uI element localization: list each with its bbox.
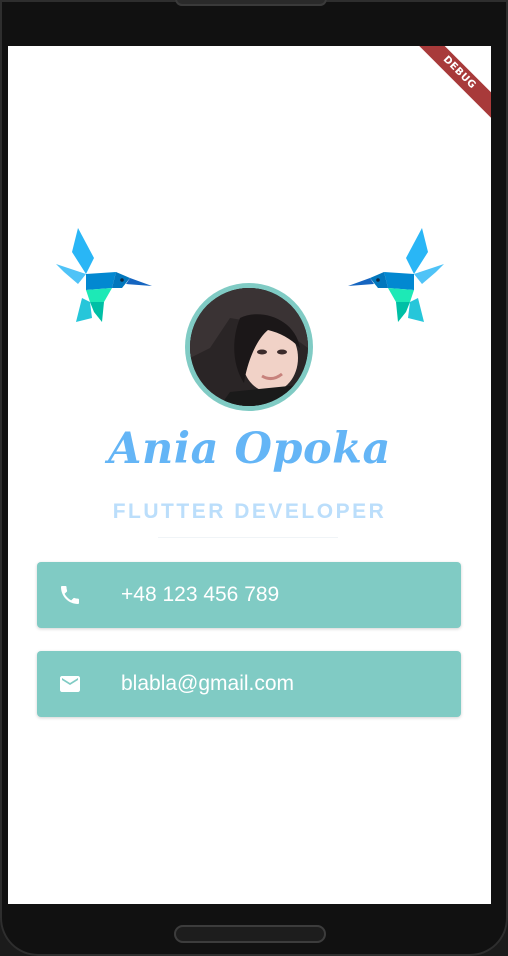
phone-frame: DEBUG Ania Opoka FLUTTER DEVELOPER +48 1… bbox=[0, 0, 508, 956]
email-address: blabla@gmail.com bbox=[121, 672, 295, 695]
email-card[interactable]: blabla@gmail.com bbox=[37, 651, 461, 717]
divider bbox=[158, 537, 338, 538]
profile-name: Ania Opoka bbox=[108, 424, 391, 474]
hummingbird-left-icon bbox=[56, 228, 152, 322]
hummingbird-right-icon bbox=[348, 228, 444, 322]
phone-icon bbox=[61, 586, 79, 604]
avatar bbox=[185, 283, 313, 411]
phone-card[interactable]: +48 123 456 789 bbox=[37, 562, 461, 628]
app-screen: DEBUG Ania Opoka FLUTTER DEVELOPER +48 1… bbox=[8, 46, 491, 904]
home-button[interactable] bbox=[174, 925, 326, 943]
avatar-photo bbox=[190, 288, 308, 406]
debug-banner: DEBUG bbox=[410, 46, 491, 122]
profile-role: FLUTTER DEVELOPER bbox=[112, 500, 387, 523]
mail-icon bbox=[60, 676, 80, 692]
phone-number: +48 123 456 789 bbox=[121, 583, 280, 606]
top-speaker bbox=[175, 0, 327, 6]
